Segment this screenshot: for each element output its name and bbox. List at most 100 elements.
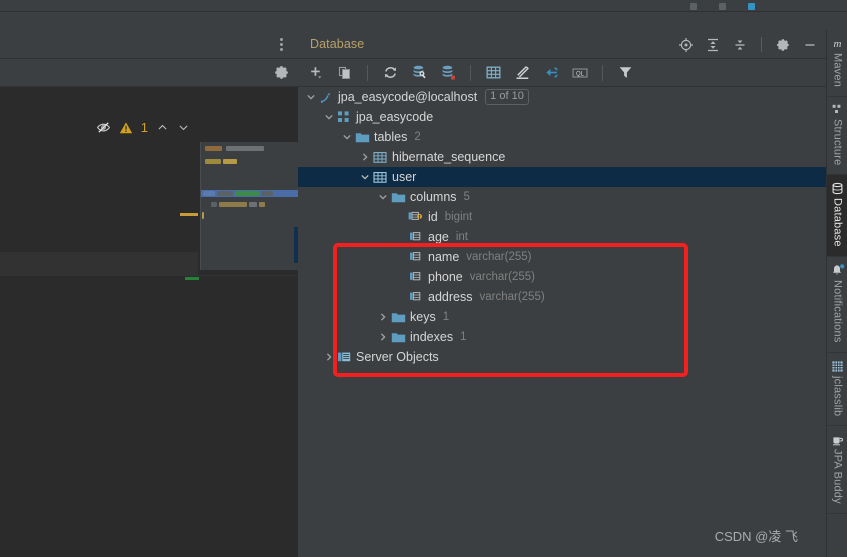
tree-node-tables-group[interactable]: tables 2 xyxy=(298,127,826,147)
chevron-down-icon[interactable] xyxy=(358,167,371,187)
sidebar-tab-label: jclasslib xyxy=(831,375,844,416)
tree-node-column-id[interactable]: id bigint xyxy=(298,207,826,227)
column-type: int xyxy=(455,231,469,243)
sidebar-tab-jpa-buddy[interactable]: JPA Buddy xyxy=(827,426,847,514)
sidebar-tab-label: Structure xyxy=(831,119,844,166)
chevron-right-icon[interactable] xyxy=(322,347,335,367)
chevron-right-icon[interactable] xyxy=(358,147,371,167)
tree-node-table-user[interactable]: user xyxy=(298,167,826,187)
warning-triangle-icon[interactable] xyxy=(119,121,133,135)
minimize-icon[interactable] xyxy=(802,37,818,53)
copy-icon[interactable] xyxy=(335,63,355,83)
twisty-placeholder xyxy=(394,227,407,247)
chevron-down-icon[interactable] xyxy=(322,107,335,127)
database-icon xyxy=(831,182,844,195)
inspections-widget: 1 xyxy=(96,120,190,135)
tree-node-datasource[interactable]: jpa_easycode@localhost 1 of 10 xyxy=(298,87,826,107)
tree-node-label: keys xyxy=(410,310,436,324)
table-icon xyxy=(371,167,389,187)
sidebar-tab-jclasslib[interactable]: jclasslib xyxy=(827,353,847,426)
tree-node-column-name[interactable]: name varchar(255) xyxy=(298,247,826,267)
refresh-icon[interactable] xyxy=(380,63,400,83)
chevron-right-icon[interactable] xyxy=(376,307,389,327)
folder-icon xyxy=(353,127,371,147)
folder-icon xyxy=(389,327,407,347)
divider xyxy=(761,37,762,52)
tree-node-schema[interactable]: jpa_easycode xyxy=(298,107,826,127)
primary-key-column-icon xyxy=(407,207,425,227)
sidebar-tab-label: Maven xyxy=(831,53,844,88)
editor-warning-stripe xyxy=(180,213,198,216)
table-icon[interactable] xyxy=(483,63,503,83)
collapse-all-icon[interactable] xyxy=(732,37,748,53)
column-type: varchar(255) xyxy=(469,271,535,283)
sidebar-tab-label: Database xyxy=(831,198,844,248)
twisty-placeholder xyxy=(394,207,407,227)
tree-node-server-objects[interactable]: Server Objects xyxy=(298,347,826,367)
jpa-buddy-icon xyxy=(831,433,844,446)
eye-off-icon[interactable] xyxy=(96,120,111,135)
twisty-placeholder xyxy=(394,287,407,307)
tree-node-column-address[interactable]: address varchar(255) xyxy=(298,287,826,307)
structure-icon xyxy=(832,104,844,116)
database-header-actions xyxy=(678,30,818,59)
chevron-up-icon[interactable] xyxy=(156,121,169,134)
tree-node-columns-group[interactable]: columns 5 xyxy=(298,187,826,207)
schema-icon xyxy=(335,107,353,127)
more-vertical-icon[interactable] xyxy=(274,36,288,52)
tree-node-table-hibernate-sequence[interactable]: hibernate_sequence xyxy=(298,147,826,167)
chevron-down-icon[interactable] xyxy=(340,127,353,147)
toolbar-icon-3[interactable] xyxy=(748,3,755,10)
column-icon xyxy=(407,227,425,247)
tree-node-label: age xyxy=(428,230,449,244)
toolbar-icon-2[interactable] xyxy=(719,3,726,10)
code-minimap[interactable] xyxy=(200,142,299,270)
editor-canvas[interactable]: 1 xyxy=(0,87,299,557)
chevron-down-icon[interactable] xyxy=(376,187,389,207)
sidebar-tab-structure[interactable]: Structure xyxy=(827,97,847,176)
chevron-down-icon[interactable] xyxy=(304,87,317,107)
chevron-right-icon[interactable] xyxy=(376,327,389,347)
database-tree[interactable]: jpa_easycode@localhost 1 of 10 jpa_easyc… xyxy=(298,87,826,557)
sidebar-tab-maven[interactable]: m Maven xyxy=(827,30,847,98)
editor-divider xyxy=(0,275,298,276)
sidebar-tab-label: Notifications xyxy=(831,280,844,343)
tree-node-label: columns xyxy=(410,190,457,204)
editor-secondary-bar xyxy=(0,59,298,87)
column-type: varchar(255) xyxy=(466,251,532,263)
expand-all-icon[interactable] xyxy=(705,37,721,53)
pencil-icon[interactable] xyxy=(512,63,532,83)
gear-icon[interactable] xyxy=(775,37,791,53)
tree-node-label: jpa_easycode xyxy=(356,110,434,124)
tree-node-column-phone[interactable]: phone varchar(255) xyxy=(298,267,826,287)
app-window: 1 Database QL jpa_easycode@localhost 1 o… xyxy=(0,0,847,557)
gear-icon[interactable] xyxy=(273,64,290,81)
server-objects-icon xyxy=(335,347,353,367)
tree-node-keys-group[interactable]: keys 1 xyxy=(298,307,826,327)
folder-icon xyxy=(389,187,407,207)
add-button[interactable] xyxy=(306,63,326,83)
sidebar-tab-notifications[interactable]: Notifications xyxy=(827,257,847,353)
child-count: 2 xyxy=(414,131,421,143)
sidebar-tab-database[interactable]: Database xyxy=(827,175,847,258)
tree-node-label: Server Objects xyxy=(356,350,439,364)
crosshair-icon[interactable] xyxy=(678,37,694,53)
navigation-bar-strip xyxy=(0,12,847,30)
database-wrench-icon[interactable] xyxy=(409,63,429,83)
tree-node-column-age[interactable]: age int xyxy=(298,227,826,247)
toolbar-icon-1[interactable] xyxy=(690,3,697,10)
tree-node-indexes-group[interactable]: indexes 1 xyxy=(298,327,826,347)
filter-icon[interactable] xyxy=(615,63,635,83)
column-icon xyxy=(407,267,425,287)
chevron-down-icon[interactable] xyxy=(177,121,190,134)
database-properties-icon[interactable] xyxy=(438,63,458,83)
bell-icon xyxy=(831,264,845,277)
jump-to-icon[interactable] xyxy=(541,63,561,83)
tree-node-label: user xyxy=(392,170,417,184)
mysql-datasource-icon xyxy=(317,87,335,107)
ql-console-icon[interactable]: QL xyxy=(570,63,590,83)
editor-area: 1 xyxy=(0,30,299,557)
tree-node-label: name xyxy=(428,250,460,264)
divider xyxy=(470,64,471,81)
folder-icon xyxy=(389,307,407,327)
